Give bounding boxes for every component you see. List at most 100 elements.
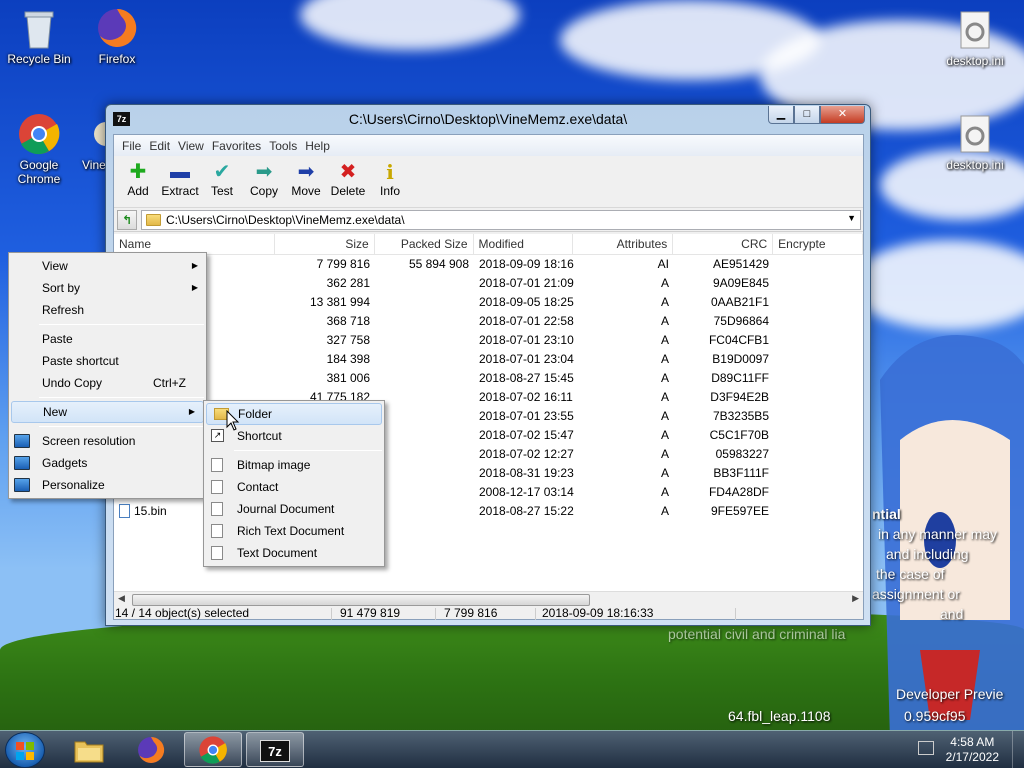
menu-item-refresh[interactable]: Refresh [9,299,206,321]
cell-text: 2018-07-01 22:58 [479,314,574,328]
cell-packed [375,483,474,502]
menu-item-label: Personalize [42,478,105,492]
menu-edit[interactable]: Edit [145,139,174,153]
cell-text: 7 799 816 [316,257,370,271]
chrome-taskbar-button[interactable] [184,732,242,767]
status-selection: 14 / 14 object(s) selected [114,607,332,620]
info-button[interactable]: i Info [369,156,411,207]
plus-icon: ✚ [129,161,147,183]
address-field[interactable]: C:\Users\Cirno\Desktop\VineMemz.exe\data… [141,209,861,230]
start-button[interactable] [5,732,45,768]
menu-item-view[interactable]: View ▶ [9,255,206,277]
menu-item-screen-resolution[interactable]: Screen resolution [9,430,206,452]
shortcut-icon: ↗ [211,429,224,442]
folder-icon [146,213,161,226]
copy-arrow-icon: ➡ [255,161,273,183]
cell-packed [375,426,474,445]
table-row[interactable]: 362 281 2018-07-01 21:09 A 9A09E845 [114,274,863,293]
column-packed-size[interactable]: Packed Size [375,234,474,254]
menu-item-text-document[interactable]: Text Document [204,542,384,564]
menu-view[interactable]: View [174,139,208,153]
column-name[interactable]: Name [114,234,275,254]
desktop-icon-desktop-ini[interactable]: desktop.ini [936,8,1014,68]
chevron-right-icon: ▶ [191,283,198,292]
title-bar[interactable]: 7z C:\Users\Cirno\Desktop\VineMemz.exe\d… [106,105,870,133]
scroll-right-icon[interactable]: ▶ [852,593,859,604]
cell-text: 9FE597EE [710,504,769,518]
recycle-bin-icon [17,6,61,50]
scrollbar-thumb[interactable] [132,594,590,606]
menu-item-bitmap-image[interactable]: Bitmap image [204,454,384,476]
menu-item-new[interactable]: New ▶ [11,401,204,423]
menu-item-paste-shortcut[interactable]: Paste shortcut [9,350,206,372]
menu-item-journal-document[interactable]: Journal Document [204,498,384,520]
menu-item-paste[interactable]: Paste [9,328,206,350]
column-attributes[interactable]: Attributes [573,234,674,254]
contact-icon [211,480,223,494]
desktop-icon-vine[interactable]: Vine [70,112,118,172]
cell-text: 381 006 [326,371,370,385]
desktop-icon-firefox[interactable]: Firefox [78,6,156,66]
menu-favorites[interactable]: Favorites [208,139,265,153]
cell-crc: AE951429 [674,255,774,274]
menu-item-rich-text-document[interactable]: Rich Text Document [204,520,384,542]
7zip-taskbar-button[interactable]: 7z [246,732,304,767]
column-encrypted[interactable]: Encrypte [773,234,863,254]
table-row[interactable]: 7 799 816 55 894 908 2018-09-09 18:16 AI AE9… [114,255,863,274]
toolbar-label: Delete [330,184,366,198]
cell-attr: A [574,312,674,331]
menu-file[interactable]: File [118,139,145,153]
cell-attr: A [574,369,674,388]
show-desktop-button[interactable] [1012,731,1024,768]
explorer-taskbar-button[interactable] [60,732,118,767]
add-button[interactable]: ✚ Add [117,156,159,207]
cell-attr: A [574,502,674,521]
cell-text: D89C11FF [711,371,769,385]
minimize-button[interactable]: ▁ [768,106,794,124]
close-button[interactable]: ✕ [820,106,865,124]
column-modified[interactable]: Modified [474,234,574,254]
test-button[interactable]: ✔ Test [201,156,243,207]
table-row[interactable]: 368 718 2018-07-01 22:58 A 75D96864 [114,312,863,331]
delete-button[interactable]: ✖ Delete [327,156,369,207]
cell-packed [375,502,474,521]
extract-button[interactable]: ▬ Extract [159,156,201,207]
table-row[interactable]: 184 398 2018-07-01 23:04 A B19D0097 [114,350,863,369]
cell-modified: 2018-07-01 23:10 [474,331,574,350]
cell-text: 05983227 [715,447,769,461]
wallpaper-text: assignment or [872,586,960,602]
network-icon[interactable] [918,741,934,755]
file-icon [119,504,130,518]
cell-packed [375,445,474,464]
desktop-icon-recycle-bin[interactable]: Recycle Bin [0,6,78,66]
column-crc[interactable]: CRC [673,234,774,254]
cell-text: 2018-07-01 23:04 [479,352,574,366]
address-text: C:\Users\Cirno\Desktop\VineMemz.exe\data… [166,212,405,227]
rtf-icon [211,524,223,538]
scroll-left-icon[interactable]: ◀ [118,593,125,604]
menu-tools[interactable]: Tools [265,139,301,153]
cell-modified: 2018-08-27 15:45 [474,369,574,388]
column-size[interactable]: Size [275,234,375,254]
table-row[interactable]: 381 006 2018-08-27 15:45 A D89C11FF [114,369,863,388]
menu-item-label: Contact [237,480,279,494]
maximize-button[interactable]: □ [794,106,820,124]
desktop-icon-chrome[interactable]: Google Chrome [0,112,78,186]
chevron-down-icon[interactable]: ▼ [847,213,856,223]
menu-item-contact[interactable]: Contact [204,476,384,498]
copy-button[interactable]: ➡ Copy [243,156,285,207]
menu-item-gadgets[interactable]: Gadgets [9,452,206,474]
cell-attr: A [574,483,674,502]
menu-help[interactable]: Help [301,139,334,153]
clock[interactable]: 4:58 AM 2/17/2022 [946,735,999,765]
menu-item-label: Rich Text Document [237,524,345,538]
desktop-icon-desktop-ini-2[interactable]: desktop.ini [936,112,1014,172]
table-row[interactable]: 327 758 2018-07-01 23:10 A FC04CFB1 [114,331,863,350]
up-folder-button[interactable]: ↰ [117,209,137,230]
menu-item-undo-copy[interactable]: Undo Copy Ctrl+Z [9,372,206,394]
menu-item-sort-by[interactable]: Sort by ▶ [9,277,206,299]
firefox-taskbar-button[interactable] [122,732,180,767]
menu-item-personalize[interactable]: Personalize [9,474,206,496]
move-button[interactable]: ➡ Move [285,156,327,207]
table-row[interactable]: 13 381 994 2018-09-05 18:25 A 0AAB21F1 [114,293,863,312]
